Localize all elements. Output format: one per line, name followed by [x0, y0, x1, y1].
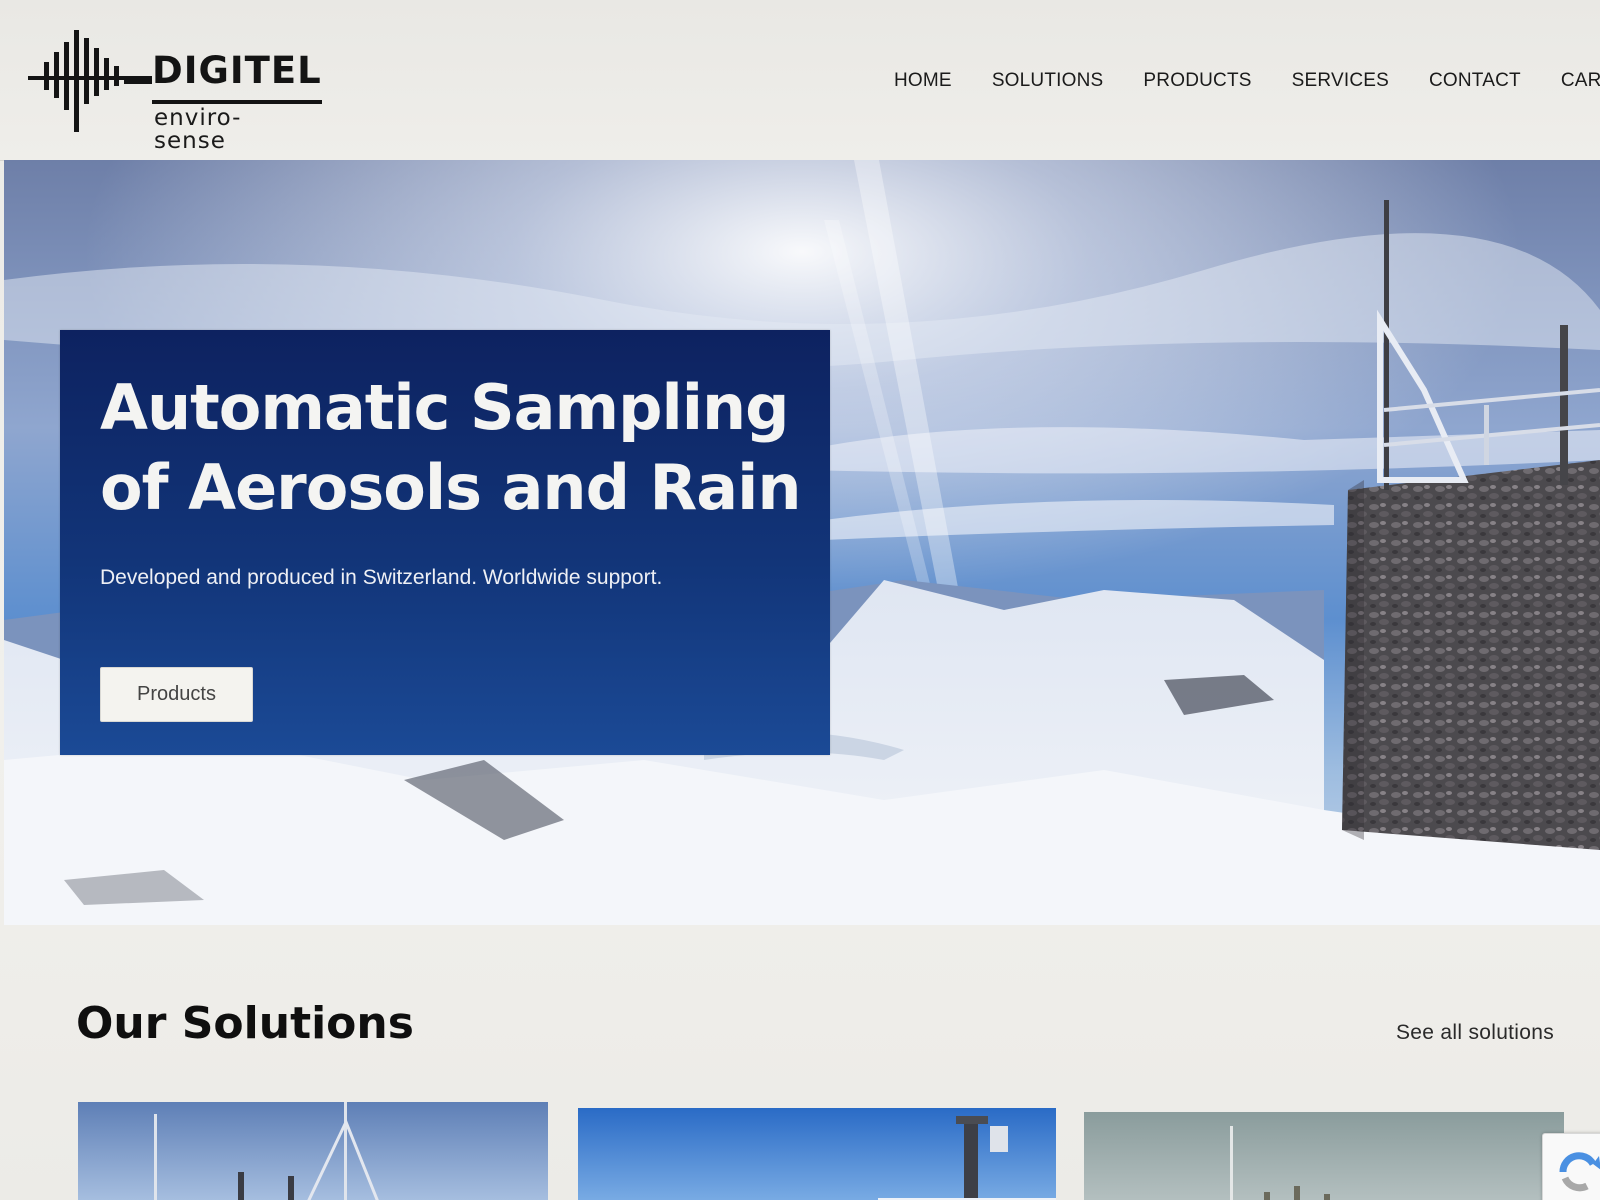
nav-item-contact[interactable]: CONTACT [1429, 70, 1521, 92]
solution-card[interactable] [1084, 1112, 1564, 1200]
brand-name: DIGITEL [152, 49, 322, 92]
digitel-logo-icon [28, 30, 152, 132]
see-all-solutions-link[interactable]: See all solutions [1396, 1021, 1554, 1045]
logo-rule [152, 100, 322, 104]
nav-item-solutions[interactable]: SOLUTIONS [992, 70, 1104, 92]
recaptcha-badge[interactable] [1542, 1133, 1600, 1200]
products-button[interactable]: Products [100, 667, 253, 722]
solutions-heading: Our Solutions [76, 998, 414, 1049]
brand-tagline: enviro-sense [154, 105, 242, 154]
nav-item-home[interactable]: HOME [894, 70, 952, 92]
recaptcha-icon [1559, 1152, 1600, 1192]
hero-panel: Automatic Sampling of Aerosols and Rain … [60, 330, 830, 755]
hero-section: Automatic Sampling of Aerosols and Rain … [4, 160, 1600, 925]
solution-card-image [78, 1102, 548, 1200]
nav-item-services[interactable]: SERVICES [1292, 70, 1389, 92]
nav-item-cart[interactable]: CART [1561, 70, 1600, 92]
solution-card[interactable] [78, 1102, 548, 1200]
hero-title: Automatic Sampling of Aerosols and Rain [100, 371, 802, 524]
solution-card-image [1084, 1112, 1564, 1200]
hero-subtitle: Developed and produced in Switzerland. W… [100, 566, 663, 589]
page: DIGITEL enviro-sense HOME SOLUTIONS PROD… [0, 0, 1600, 1200]
solution-card[interactable] [578, 1108, 1056, 1200]
main-nav: HOME SOLUTIONS PRODUCTS SERVICES CONTACT… [894, 70, 1600, 92]
site-logo[interactable]: DIGITEL enviro-sense [28, 24, 322, 153]
site-header: DIGITEL enviro-sense HOME SOLUTIONS PROD… [0, 0, 1600, 161]
nav-item-products[interactable]: PRODUCTS [1143, 70, 1251, 92]
solution-card-image [578, 1108, 1056, 1200]
